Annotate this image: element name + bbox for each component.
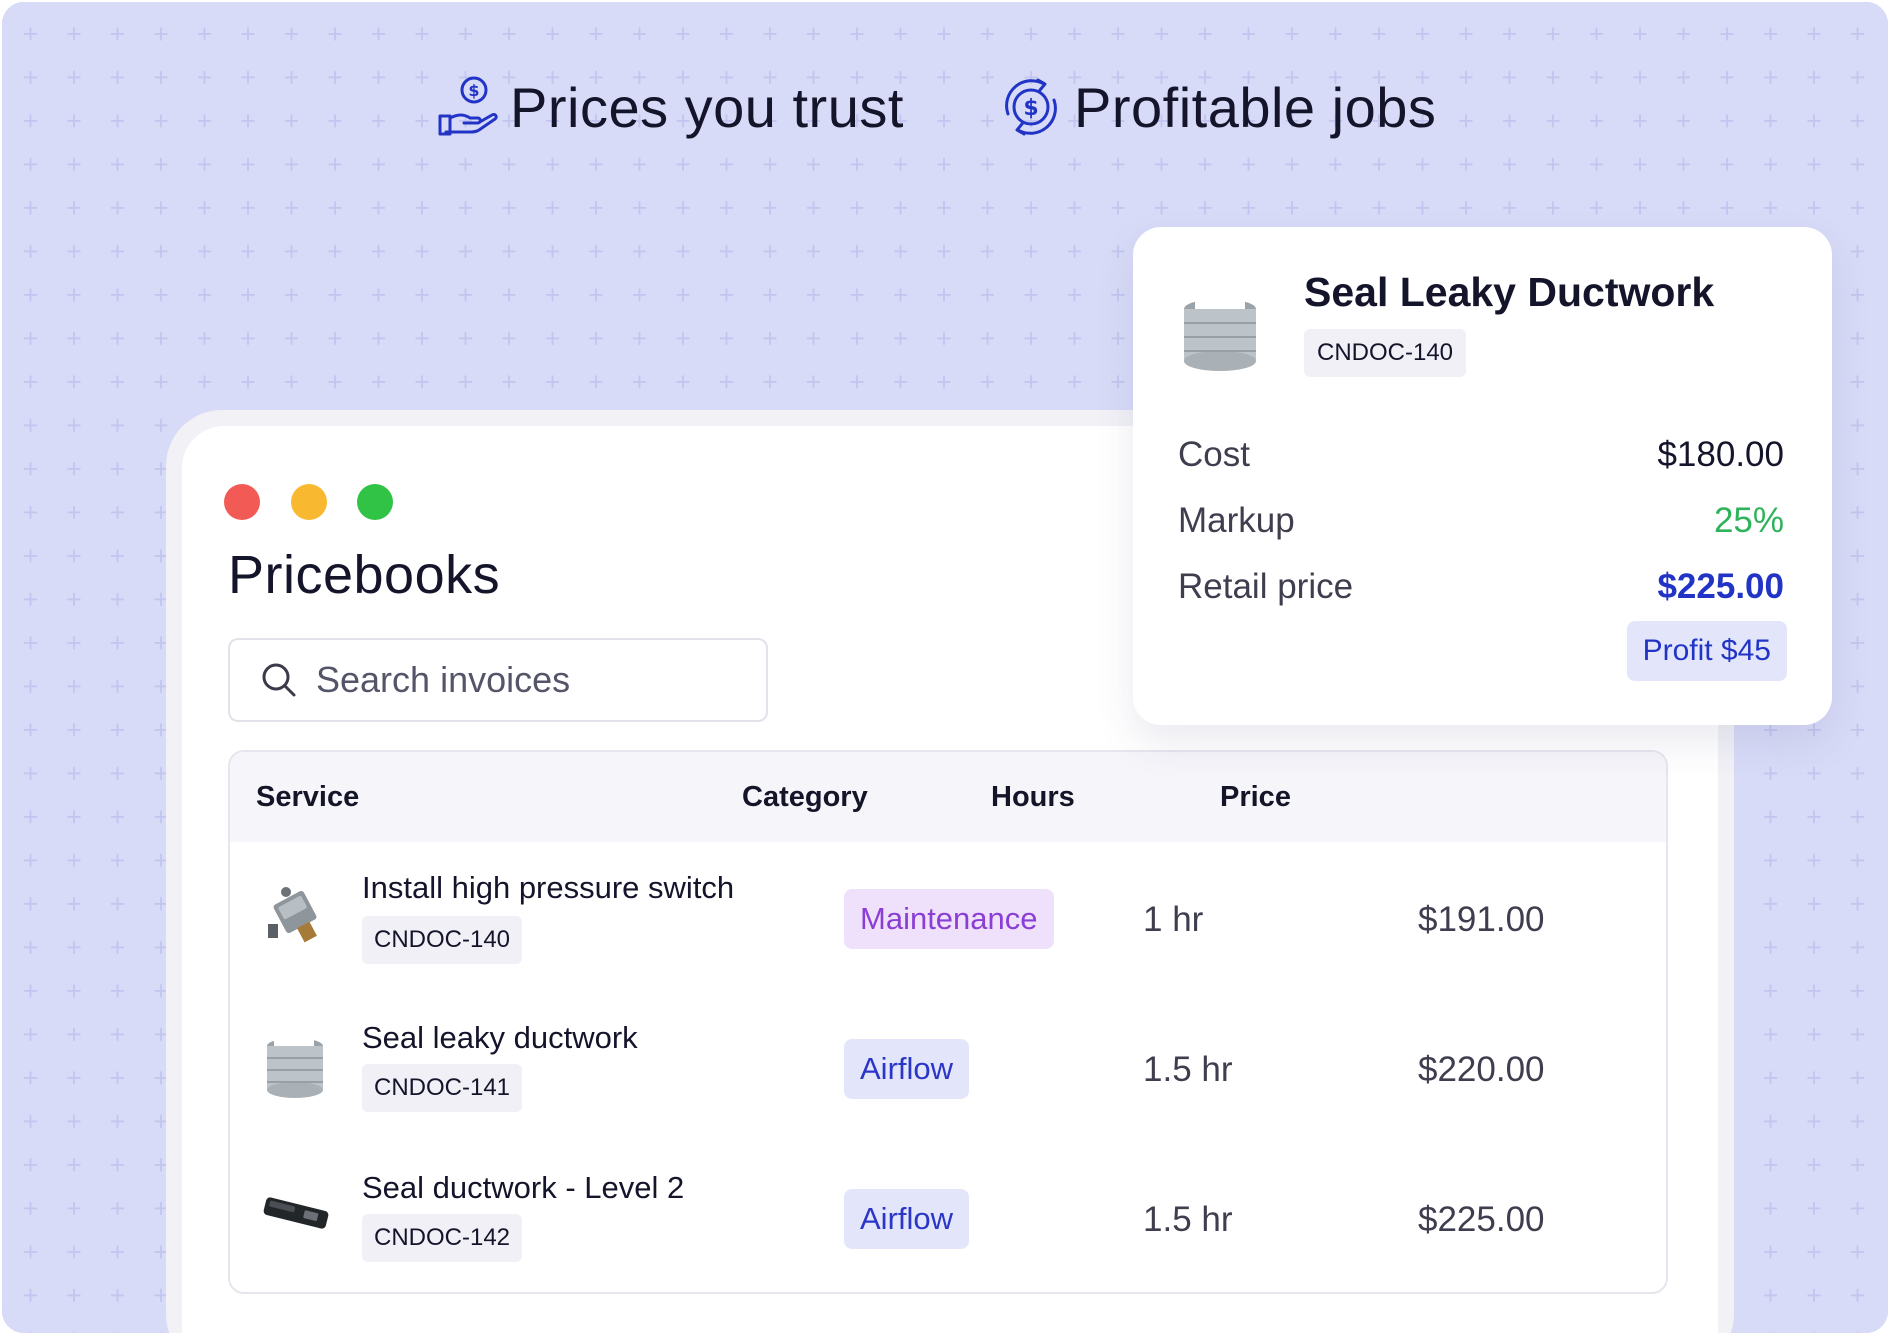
duct-image [267, 1034, 323, 1098]
retail-price-value: $225.00 [1657, 567, 1784, 606]
hand-coin-icon: $ [438, 76, 498, 136]
search-box[interactable] [228, 638, 768, 722]
hero-item-profit: $ Profitable jobs [998, 72, 1436, 142]
maximize-window-button[interactable] [357, 484, 393, 520]
cost-value: $180.00 [1657, 435, 1784, 474]
table-row[interactable]: Seal ductwork - Level 2 CNDOC-142 Airflo… [230, 1142, 1666, 1292]
hours-value: 1.5 hr [1143, 1050, 1233, 1089]
service-name: Seal ductwork - Level 2 [362, 1170, 685, 1205]
category-badge: Airflow [844, 1039, 970, 1099]
category-badge: Maintenance [844, 889, 1054, 949]
cost-label: Cost [1178, 435, 1250, 474]
service-code: CNDOC-141 [362, 1064, 523, 1112]
category-badge: Airflow [844, 1189, 970, 1249]
column-header-hours[interactable]: Hours [991, 781, 1075, 814]
hours-value: 1 hr [1143, 900, 1204, 939]
markup-value: 25% [1713, 501, 1784, 540]
hero-item-trust: $ Prices you trust [434, 72, 904, 142]
price-detail-card: Seal Leaky Ductwork CNDOC-140 Cost $180.… [1133, 227, 1832, 725]
markup-label: Markup [1178, 501, 1295, 540]
column-header-category[interactable]: Category [742, 781, 868, 814]
service-name: Install high pressure switch [362, 870, 735, 905]
dollar-cycle-icon: $ [1005, 78, 1057, 136]
background-canvas: $ Prices you trust $ Profitable jobs Pri… [2, 2, 1888, 1333]
sealing-tool-image [263, 1197, 329, 1229]
svg-text:$: $ [1023, 96, 1038, 121]
column-header-price[interactable]: Price [1220, 781, 1291, 814]
pressure-switch-image [268, 887, 317, 943]
minimize-window-button[interactable] [291, 484, 327, 520]
card-title: Seal Leaky Ductwork [1304, 269, 1715, 315]
column-header-service[interactable]: Service [256, 781, 359, 814]
service-code: CNDOC-142 [362, 1214, 523, 1262]
price-value: $220.00 [1418, 1050, 1545, 1089]
service-name: Seal leaky ductwork [362, 1020, 638, 1055]
table-row[interactable]: Install high pressure switch CNDOC-140 M… [230, 842, 1666, 992]
price-value: $191.00 [1418, 900, 1545, 939]
search-icon [262, 663, 296, 697]
close-window-button[interactable] [224, 484, 260, 520]
hours-value: 1.5 hr [1143, 1200, 1233, 1239]
hero-label-trust: Prices you trust [510, 75, 904, 139]
table-header: Service Category Hours Price [230, 752, 1666, 842]
hero-banner: $ Prices you trust $ Profitable jobs [2, 72, 1888, 142]
retail-price-label: Retail price [1178, 567, 1354, 606]
search-input[interactable] [316, 659, 756, 701]
profit-badge: Profit $45 [1626, 621, 1787, 681]
card-code: CNDOC-140 [1304, 329, 1467, 377]
svg-text:$: $ [468, 81, 479, 100]
page-title: Pricebooks [228, 545, 501, 605]
pricebook-table: Service Category Hours Price Install hig… [228, 750, 1668, 1294]
price-value: $225.00 [1418, 1200, 1545, 1239]
duct-image [1184, 293, 1256, 371]
table-row[interactable]: Seal leaky ductwork CNDOC-141 Airflow 1.… [230, 992, 1666, 1142]
service-code: CNDOC-140 [362, 916, 523, 964]
hero-label-profit: Profitable jobs [1074, 75, 1437, 139]
